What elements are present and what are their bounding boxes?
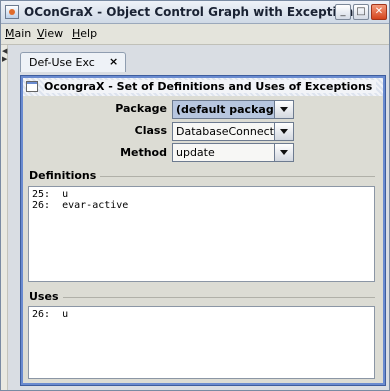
menu-main-label: ain [14,27,32,40]
uses-title: Uses [29,290,63,303]
expand-right-icon[interactable]: ▶ [2,55,7,63]
menu-help-label: elp [80,27,98,40]
menu-view[interactable]: View [37,27,63,40]
uses-divider [55,297,375,298]
minimize-button[interactable]: _ [335,4,351,20]
tab-area: Def-Use Exc × OcongraX - Set of Definiti… [8,45,389,390]
title-bar[interactable]: OConGraX - Object Control Graph with Exc… [1,1,389,24]
maximize-button[interactable]: □ [353,4,369,20]
dropdown-arrow-icon[interactable] [274,101,293,118]
menu-main-mnemonic: M [5,27,15,40]
frame-title-bar[interactable]: OcongraX - Set of Definitions and Uses o… [23,78,383,96]
window-title: OConGraX - Object Control Graph with Exc… [24,5,361,19]
dropdown-arrow-icon[interactable] [274,144,293,161]
left-splitter[interactable]: ◀ ▶ [1,45,8,390]
close-button[interactable]: ✕ [371,4,387,20]
dropdown-arrow-icon[interactable] [274,123,293,140]
definition-line: 25: u [32,189,69,200]
use-line: 26: u [32,309,69,320]
method-value: update [176,146,215,159]
uses-textarea[interactable]: 26: u [28,306,375,379]
package-select[interactable]: (default package) [172,100,294,119]
collapse-left-icon[interactable]: ◀ [2,47,7,55]
menu-bar: Main View Help [1,24,389,45]
tab-close-icon[interactable]: × [109,55,118,68]
package-label: Package [115,102,167,115]
definition-line: 26: evar-active [32,200,129,211]
internal-frame: OcongraX - Set of Definitions and Uses o… [20,75,386,386]
definitions-divider [81,176,375,177]
menu-main[interactable]: Main [5,27,31,40]
menu-help[interactable]: Help [72,27,97,40]
package-value: (default package) [176,103,287,116]
method-label: Method [120,146,167,159]
frame-body: Package (default package) Class Database… [23,96,383,383]
menu-view-label: iew [44,27,64,40]
panel-icon [26,81,38,92]
class-select[interactable]: DatabaseConnection [172,122,294,141]
method-select[interactable]: update [172,143,294,162]
app-window: OConGraX - Object Control Graph with Exc… [0,0,390,391]
tab-def-use-exc[interactable]: Def-Use Exc × [20,52,126,72]
definitions-title: Definitions [29,169,101,182]
app-icon [5,5,19,19]
definitions-textarea[interactable]: 25: u 26: evar-active [28,186,375,282]
tab-label: Def-Use Exc [29,56,95,69]
frame-title: OcongraX - Set of Definitions and Uses o… [44,80,377,93]
class-label: Class [134,124,167,137]
